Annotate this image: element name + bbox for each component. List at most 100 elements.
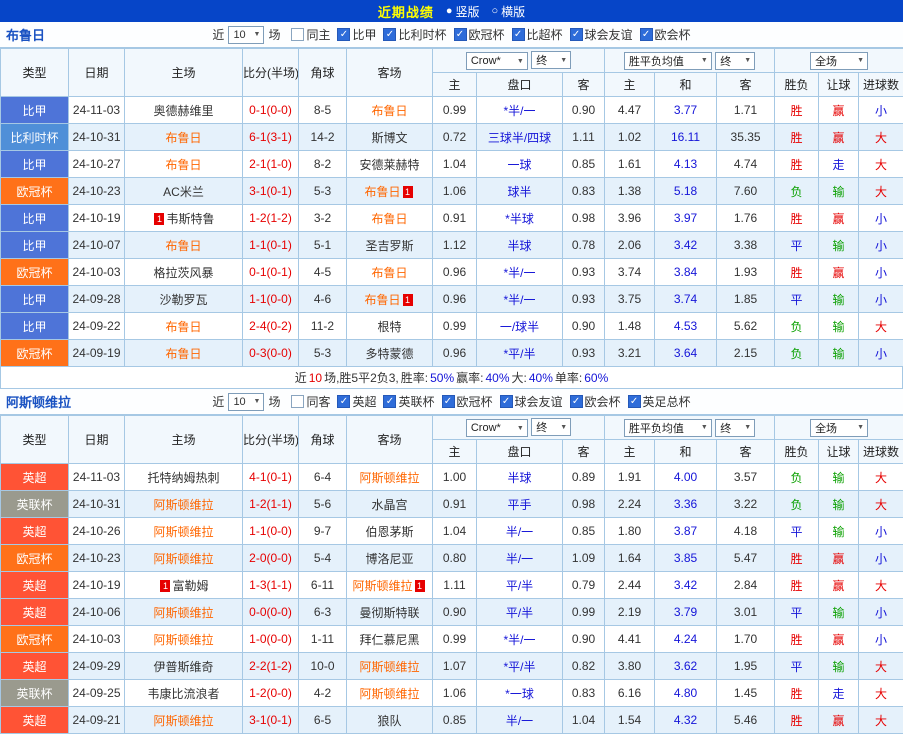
- away-team-cell[interactable]: 阿斯顿维拉: [346, 679, 433, 707]
- home-team-cell[interactable]: 奥德赫维里: [124, 96, 243, 124]
- away-team-cell[interactable]: 布鲁日 1: [346, 177, 433, 205]
- checkbox-checked-icon[interactable]: ✓: [627, 395, 641, 408]
- home-team-cell[interactable]: AC米兰: [124, 177, 243, 205]
- avg-home-odds-cell: 1.54: [604, 706, 656, 734]
- chevron-down-icon: ▼: [857, 57, 865, 64]
- away-team-cell[interactable]: 拜仁慕尼黑: [346, 625, 433, 653]
- match-row: 欧冠杯 24-10-03 阿斯顿维拉 1-0(0-0) 1-11 拜仁慕尼黑 0.99 *半/…: [0, 625, 903, 653]
- handicap-home-odds-cell: 0.90: [432, 598, 477, 626]
- final-odds-select[interactable]: 终 ▼: [531, 418, 572, 436]
- avg-final-select[interactable]: 终 ▼: [715, 418, 756, 437]
- bookmaker-select[interactable]: Crow* ▼: [465, 52, 528, 70]
- scope-select[interactable]: 全场 ▼: [810, 51, 869, 70]
- checkbox-checked-icon[interactable]: ✓: [569, 28, 583, 41]
- checkbox-checked-icon[interactable]: ✓: [499, 395, 513, 408]
- away-team-cell[interactable]: 布鲁日 1: [346, 285, 433, 313]
- checkbox-checked-icon[interactable]: ✓: [337, 395, 351, 408]
- filter-checkbox-同主[interactable]: 同主: [291, 26, 330, 43]
- col-header-corner: 角球: [298, 415, 347, 464]
- away-team-cell[interactable]: 阿斯顿维拉: [346, 463, 433, 491]
- filter-checkbox-欧冠杯[interactable]: ✓ 欧冠杯: [453, 26, 505, 43]
- away-team-cell[interactable]: 布鲁日: [346, 204, 433, 232]
- checkbox-unchecked-icon[interactable]: [291, 28, 305, 41]
- checkbox-checked-icon[interactable]: ✓: [441, 395, 455, 408]
- horizontal-layout-radio[interactable]: ○ 横版: [492, 3, 526, 20]
- away-team-cell[interactable]: 布鲁日: [346, 258, 433, 286]
- away-team-cell[interactable]: 安德莱赫特: [346, 150, 433, 178]
- handicap-away-odds-cell: 0.99: [561, 598, 606, 626]
- home-team-cell[interactable]: 布鲁日: [124, 231, 243, 259]
- home-team-cell[interactable]: 布鲁日: [124, 123, 243, 151]
- home-team-cell[interactable]: 伊普斯维奇: [124, 652, 243, 680]
- filter-checkbox-比利时杯[interactable]: ✓ 比利时杯: [383, 26, 447, 43]
- home-team-cell[interactable]: 阿斯顿维拉: [124, 598, 243, 626]
- home-team-cell[interactable]: 1 富勒姆: [124, 571, 243, 599]
- filter-checkbox-label: 比超杯: [526, 28, 563, 42]
- filter-checkbox-球会友谊[interactable]: ✓ 球会友谊: [569, 26, 633, 43]
- final-odds-select[interactable]: 终 ▼: [531, 51, 572, 69]
- home-team-cell[interactable]: 布鲁日: [124, 312, 243, 340]
- league-filter-checkboxes: 同主 ✓ 比甲 ✓ 比利时杯 ✓ 欧冠杯 ✓ 比超杯 ✓ 球会友谊 ✓ 欧会杯: [284, 26, 691, 43]
- checkbox-unchecked-icon[interactable]: [291, 395, 305, 408]
- filter-checkbox-同客[interactable]: 同客: [291, 393, 330, 410]
- home-team-cell[interactable]: 沙勒罗瓦: [124, 285, 243, 313]
- team-name-text: 伊普斯维奇: [153, 659, 214, 674]
- home-team-cell[interactable]: 阿斯顿维拉: [124, 706, 243, 734]
- checkbox-checked-icon[interactable]: ✓: [569, 395, 583, 408]
- checkbox-checked-icon[interactable]: ✓: [453, 28, 467, 41]
- handicap-home-odds-cell: 1.06: [432, 679, 477, 707]
- home-team-cell[interactable]: 韦康比流浪者: [124, 679, 243, 707]
- match-count-select[interactable]: 10 ▼: [228, 25, 265, 44]
- away-team-cell[interactable]: 根特: [346, 312, 433, 340]
- checkbox-checked-icon[interactable]: ✓: [511, 28, 525, 41]
- home-team-cell[interactable]: 布鲁日: [124, 150, 243, 178]
- away-team-cell[interactable]: 博洛尼亚: [346, 544, 433, 572]
- filter-checkbox-比超杯[interactable]: ✓ 比超杯: [511, 26, 563, 43]
- checkbox-checked-icon[interactable]: ✓: [383, 395, 397, 408]
- avg-draw-odds-cell: 3.85: [654, 544, 718, 572]
- bookmaker-select[interactable]: Crow* ▼: [465, 419, 528, 437]
- avg-final-select[interactable]: 终 ▼: [715, 51, 756, 70]
- result-cell: 胜: [774, 571, 820, 599]
- away-team-cell[interactable]: 圣吉罗斯: [346, 231, 433, 259]
- home-team-cell[interactable]: 格拉茨风暴: [124, 258, 243, 286]
- away-team-cell[interactable]: 阿斯顿维拉: [346, 652, 433, 680]
- match-count-select[interactable]: 10 ▼: [228, 392, 265, 411]
- filter-checkbox-英超[interactable]: ✓ 英超: [337, 393, 376, 410]
- away-team-cell[interactable]: 水晶宫: [346, 490, 433, 518]
- checkbox-checked-icon[interactable]: ✓: [383, 28, 397, 41]
- away-team-cell[interactable]: 曼彻斯特联: [346, 598, 433, 626]
- home-team-cell[interactable]: 阿斯顿维拉: [124, 544, 243, 572]
- scope-select[interactable]: 全场 ▼: [810, 418, 869, 437]
- filter-checkbox-欧会杯[interactable]: ✓ 欧会杯: [639, 26, 691, 43]
- vertical-layout-radio[interactable]: ● 竖版: [446, 3, 480, 20]
- checkbox-checked-icon[interactable]: ✓: [337, 28, 351, 41]
- home-team-cell[interactable]: 阿斯顿维拉: [124, 517, 243, 545]
- home-team-cell[interactable]: 阿斯顿维拉: [124, 490, 243, 518]
- away-team-cell[interactable]: 布鲁日: [346, 96, 433, 124]
- home-team-cell[interactable]: 阿斯顿维拉: [124, 625, 243, 653]
- away-team-cell[interactable]: 阿斯顿维拉 1: [346, 571, 433, 599]
- avg-odds-select[interactable]: 胜平负均值 ▼: [623, 51, 712, 70]
- filter-checkbox-英足总杯[interactable]: ✓ 英足总杯: [627, 393, 691, 410]
- filter-checkbox-比甲[interactable]: ✓ 比甲: [337, 26, 376, 43]
- filter-checkbox-英联杯[interactable]: ✓ 英联杯: [383, 393, 435, 410]
- away-team-cell[interactable]: 狼队: [346, 706, 433, 734]
- home-team-cell[interactable]: 1 韦斯特鲁: [124, 204, 243, 232]
- home-team-cell[interactable]: 布鲁日: [124, 339, 243, 367]
- filter-checkbox-欧冠杯[interactable]: ✓ 欧冠杯: [441, 393, 493, 410]
- filter-checkbox-欧会杯[interactable]: ✓ 欧会杯: [569, 393, 621, 410]
- team-name-text: 布鲁日: [165, 238, 202, 253]
- away-team-cell[interactable]: 伯恩茅斯: [346, 517, 433, 545]
- avg-odds-select[interactable]: 胜平负均值 ▼: [623, 418, 712, 437]
- league-cell: 欧冠杯: [0, 258, 69, 286]
- score-cell: 2-4(0-2): [242, 312, 299, 340]
- away-team-cell[interactable]: 多特蒙德: [346, 339, 433, 367]
- filter-checkbox-球会友谊[interactable]: ✓ 球会友谊: [499, 393, 563, 410]
- score-cell: 1-2(1-1): [242, 490, 299, 518]
- avg-away-odds-cell: 5.62: [716, 312, 776, 340]
- over-under-cell: 小: [858, 544, 903, 572]
- away-team-cell[interactable]: 斯博文: [346, 123, 433, 151]
- home-team-cell[interactable]: 托特纳姆热刺: [124, 463, 243, 491]
- checkbox-checked-icon[interactable]: ✓: [639, 28, 653, 41]
